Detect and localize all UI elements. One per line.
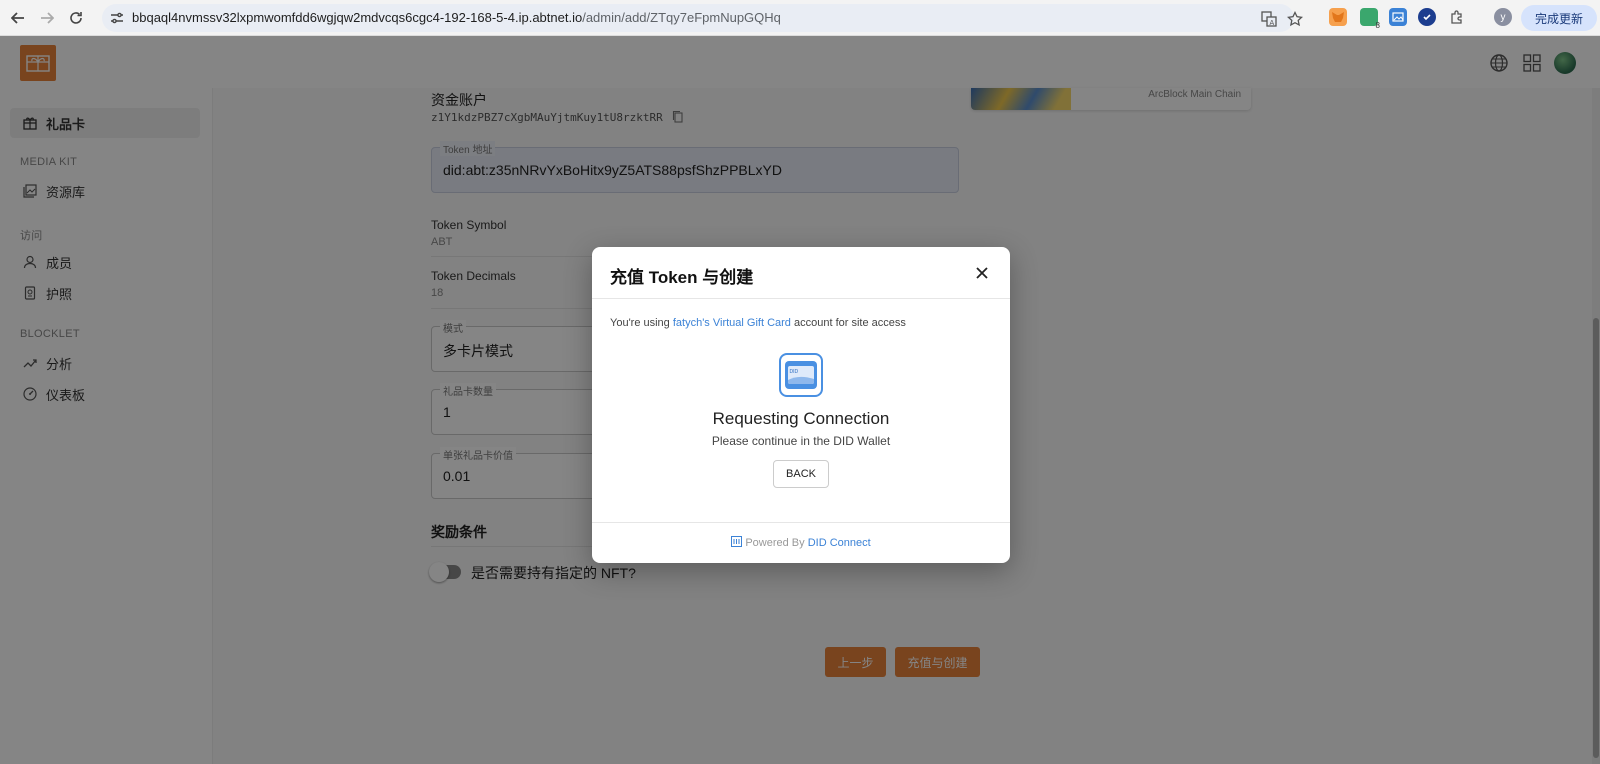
check-extension-icon[interactable] [1418,8,1436,26]
browser-toolbar: bbqaql4nvmssv32lxpmwomfdd6wgjqw2mdvcqs6c… [0,0,1600,36]
metamask-extension-icon[interactable] [1329,8,1347,26]
powered-prefix: Powered By [745,537,805,549]
image-extension-icon[interactable] [1389,8,1407,26]
dialog-divider [592,298,1010,299]
bookmark-star-icon[interactable] [1286,10,1304,28]
powered-by-footer: Powered By DID Connect [592,536,1010,549]
account-prefix: You're using [610,317,670,329]
back-button[interactable]: BACK [773,460,829,488]
url-text: bbqaql4nvmssv32lxpmwomfdd6wgjqw2mdvcqs6c… [132,10,781,25]
profile-initial: y [1500,11,1506,23]
did-connect-link[interactable]: DID Connect [808,537,871,549]
svg-text:A: A [1270,20,1275,27]
address-bar[interactable]: bbqaql4nvmssv32lxpmwomfdd6wgjqw2mdvcqs6c… [102,4,1303,32]
requesting-connection-subheading: Please continue in the DID Wallet [711,434,891,448]
did-wallet-icon: DID [779,353,823,397]
back-arrow-icon[interactable] [6,6,30,30]
url-path: /admin/add/ZTqy7eFpmNupGQHq [582,10,781,25]
extension-icon[interactable]: 8 [1360,8,1380,30]
profile-avatar[interactable]: y [1494,8,1512,26]
site-settings-icon[interactable] [110,11,124,25]
translate-icon[interactable]: A [1260,10,1278,28]
complete-update-button[interactable]: 完成更新 [1521,5,1597,31]
account-notice: You're using fatych's Virtual Gift Card … [610,317,906,329]
extension-badge: 8 [1375,21,1380,30]
forward-arrow-icon[interactable] [35,6,59,30]
dialog-divider [592,522,1010,523]
reload-icon[interactable] [64,6,88,30]
close-icon[interactable] [972,263,992,283]
url-host: bbqaql4nvmssv32lxpmwomfdd6wgjqw2mdvcqs6c… [132,10,583,25]
extensions-puzzle-icon[interactable] [1448,8,1466,26]
dialog-title: 充值 Token 与创建 [610,268,754,287]
requesting-connection-heading: Requesting Connection [712,409,890,428]
account-link[interactable]: fatych's Virtual Gift Card [673,317,791,329]
did-connect-logo-icon [731,536,743,547]
wallet-icon-text: DID [790,369,799,375]
account-suffix: account for site access [793,317,906,329]
did-connect-dialog: 充值 Token 与创建 You're using fatych's Virtu… [592,247,1010,563]
